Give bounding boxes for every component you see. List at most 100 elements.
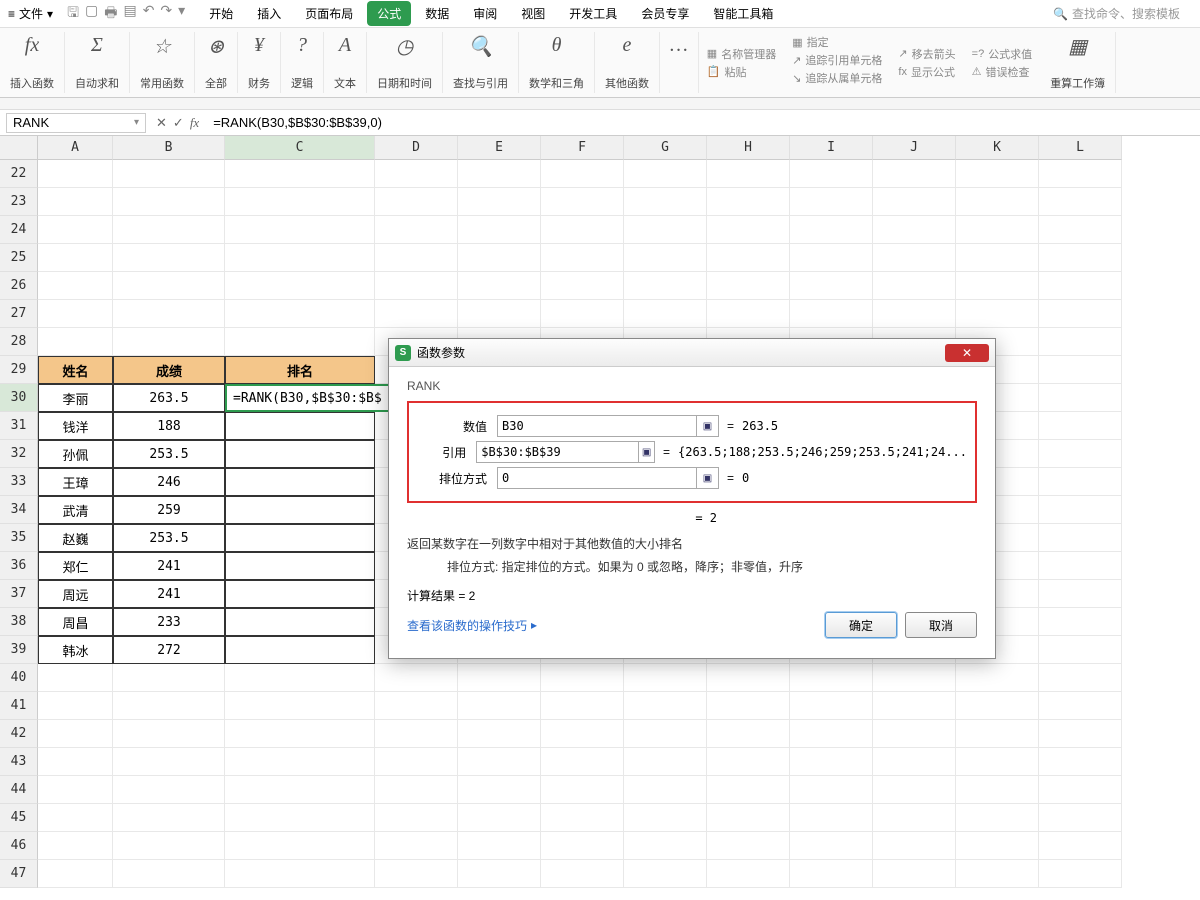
row-header[interactable]: 41 xyxy=(0,692,38,720)
tab-review[interactable]: 审阅 xyxy=(463,1,507,26)
cell[interactable] xyxy=(873,300,956,328)
cell[interactable] xyxy=(707,720,790,748)
cell[interactable] xyxy=(458,748,541,776)
cell[interactable]: 188 xyxy=(113,412,225,440)
column-header[interactable]: J xyxy=(873,136,956,160)
cell[interactable] xyxy=(458,804,541,832)
cell[interactable] xyxy=(956,832,1039,860)
name-box[interactable]: RANK▾ xyxy=(6,113,146,133)
cell[interactable]: 周昌 xyxy=(38,608,113,636)
cell[interactable] xyxy=(873,272,956,300)
other-functions-button[interactable]: e其他函数 xyxy=(595,32,660,93)
row-header[interactable]: 38 xyxy=(0,608,38,636)
column-header[interactable]: D xyxy=(375,136,458,160)
column-header[interactable]: E xyxy=(458,136,541,160)
row-header[interactable]: 42 xyxy=(0,720,38,748)
cell[interactable] xyxy=(38,804,113,832)
cell[interactable] xyxy=(225,468,375,496)
cell[interactable] xyxy=(707,188,790,216)
cell[interactable] xyxy=(956,720,1039,748)
cell[interactable] xyxy=(707,160,790,188)
tab-pagelayout[interactable]: 页面布局 xyxy=(295,1,363,26)
trace-precedents-button[interactable]: ↗追踪引用单元格 xyxy=(792,52,882,68)
cell[interactable] xyxy=(113,664,225,692)
cell[interactable] xyxy=(956,748,1039,776)
evaluate-formula-button[interactable]: =?公式求值 xyxy=(972,46,1033,62)
cell[interactable] xyxy=(113,272,225,300)
cell[interactable] xyxy=(113,748,225,776)
cell[interactable] xyxy=(707,664,790,692)
cell[interactable] xyxy=(1039,524,1122,552)
cell[interactable] xyxy=(113,300,225,328)
cell[interactable] xyxy=(458,160,541,188)
cell[interactable] xyxy=(1039,636,1122,664)
help-link[interactable]: 查看该函数的操作技巧 ▸ xyxy=(407,617,537,634)
cell[interactable] xyxy=(225,244,375,272)
select-all-corner[interactable] xyxy=(0,136,38,160)
search-box[interactable]: 🔍 查找命令、搜索模板 xyxy=(1053,5,1200,22)
cell[interactable] xyxy=(113,160,225,188)
cell[interactable] xyxy=(375,664,458,692)
cell[interactable] xyxy=(458,188,541,216)
cell[interactable] xyxy=(541,300,624,328)
cell[interactable] xyxy=(873,664,956,692)
tab-devtools[interactable]: 开发工具 xyxy=(559,1,627,26)
cell[interactable] xyxy=(1039,300,1122,328)
cell[interactable] xyxy=(541,244,624,272)
formula-input[interactable]: =RANK(B30,$B$30:$B$39,0) xyxy=(209,115,1200,130)
cell[interactable] xyxy=(375,776,458,804)
cell[interactable] xyxy=(541,720,624,748)
cell[interactable] xyxy=(624,664,707,692)
param-number-input[interactable] xyxy=(497,415,697,437)
cell[interactable]: 姓名 xyxy=(38,356,113,384)
row-header[interactable]: 25 xyxy=(0,244,38,272)
column-header[interactable]: A xyxy=(38,136,113,160)
cell[interactable] xyxy=(458,720,541,748)
cell[interactable] xyxy=(1039,552,1122,580)
row-header[interactable]: 28 xyxy=(0,328,38,356)
cell[interactable] xyxy=(956,188,1039,216)
row-header[interactable]: 45 xyxy=(0,804,38,832)
cell[interactable] xyxy=(375,272,458,300)
financial-button[interactable]: ¥财务 xyxy=(238,32,281,93)
cell[interactable]: 赵巍 xyxy=(38,524,113,552)
dialog-titlebar[interactable]: S 函数参数 ✕ xyxy=(389,339,995,367)
cell[interactable] xyxy=(458,692,541,720)
cell[interactable] xyxy=(225,832,375,860)
cell[interactable] xyxy=(790,748,873,776)
cell[interactable] xyxy=(873,692,956,720)
export-icon[interactable]: ▤ xyxy=(123,2,136,26)
cell[interactable] xyxy=(790,664,873,692)
cell[interactable] xyxy=(225,552,375,580)
cell[interactable] xyxy=(707,272,790,300)
cell[interactable] xyxy=(1039,580,1122,608)
cell[interactable] xyxy=(1039,804,1122,832)
cell[interactable] xyxy=(541,160,624,188)
qat-dropdown-icon[interactable]: ▾ xyxy=(178,2,185,26)
cell[interactable] xyxy=(458,244,541,272)
cell[interactable] xyxy=(225,524,375,552)
cell[interactable] xyxy=(1039,356,1122,384)
column-header[interactable]: F xyxy=(541,136,624,160)
cell[interactable] xyxy=(38,832,113,860)
cell[interactable] xyxy=(225,216,375,244)
cell[interactable] xyxy=(225,412,375,440)
cell[interactable] xyxy=(790,272,873,300)
print-preview-icon[interactable]: ▢ xyxy=(85,2,98,26)
row-header[interactable]: 26 xyxy=(0,272,38,300)
cell[interactable] xyxy=(790,188,873,216)
range-picker-icon[interactable]: ▣ xyxy=(639,441,655,463)
column-header[interactable]: I xyxy=(790,136,873,160)
cell[interactable] xyxy=(624,776,707,804)
tab-view[interactable]: 视图 xyxy=(511,1,555,26)
close-button[interactable]: ✕ xyxy=(945,344,989,362)
cell[interactable] xyxy=(38,692,113,720)
cell[interactable] xyxy=(624,244,707,272)
cell[interactable] xyxy=(225,804,375,832)
cell[interactable] xyxy=(225,580,375,608)
column-header[interactable]: G xyxy=(624,136,707,160)
cell[interactable] xyxy=(1039,440,1122,468)
cell[interactable] xyxy=(113,188,225,216)
active-cell-formula[interactable]: =RANK(B30,$B$30:$B$ xyxy=(225,384,410,412)
cell[interactable] xyxy=(1039,832,1122,860)
